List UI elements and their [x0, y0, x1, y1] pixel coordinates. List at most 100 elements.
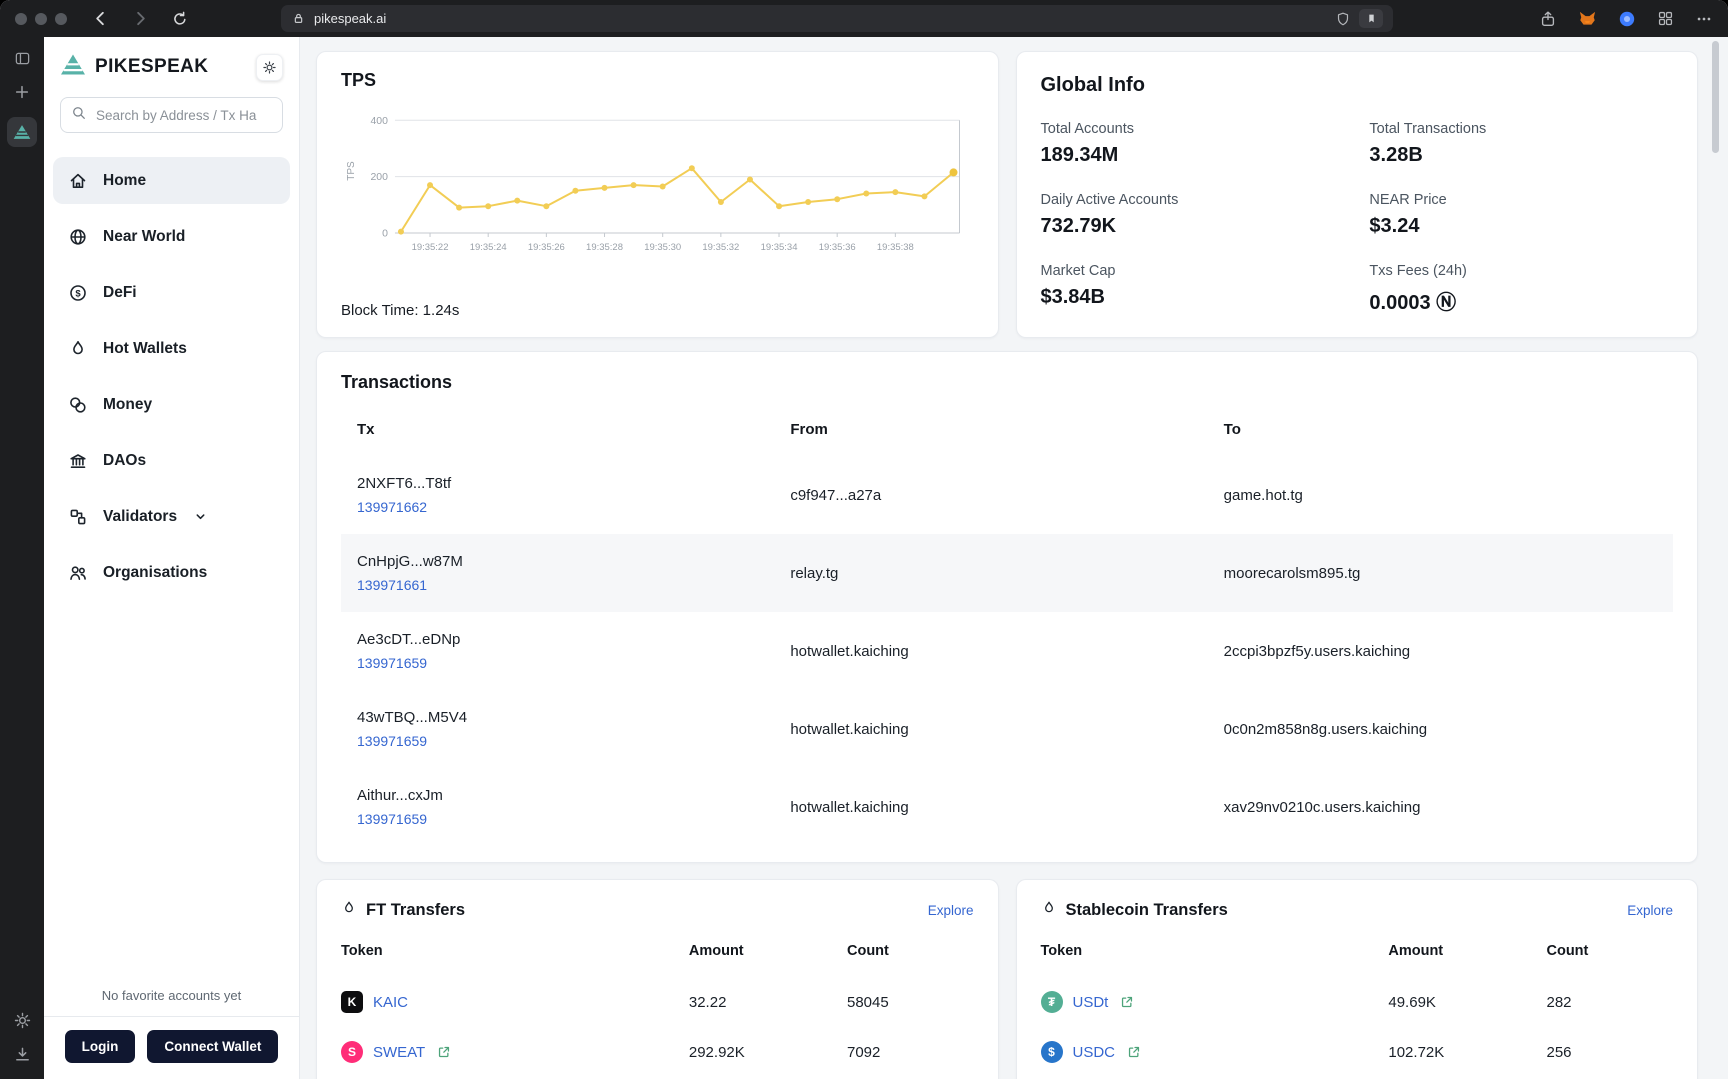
stablecoin-explore-link[interactable]: Explore — [1627, 903, 1673, 918]
url-text: pikespeak.ai — [314, 11, 387, 26]
app-root: PIKESPEAK Home Near World $ DeFi Hot Wallets… — [44, 37, 1728, 1079]
scrollbar-thumb[interactable] — [1712, 41, 1719, 153]
tx-block-link[interactable]: 139971659 — [357, 733, 790, 749]
col-from: From — [790, 421, 828, 438]
reader-mode-button[interactable] — [1359, 9, 1383, 28]
col-token: Token — [341, 943, 383, 959]
download-icon[interactable] — [14, 1046, 31, 1063]
bank-icon — [68, 451, 88, 471]
connect-wallet-button[interactable]: Connect Wallet — [147, 1030, 279, 1063]
wallet-extension-icon[interactable] — [1618, 10, 1636, 28]
table-row: 2NXFT6...T8tf 139971662 c9f947...a27a game.… — [341, 456, 1673, 534]
stat-label: Total Transactions — [1369, 121, 1487, 137]
browser-nav-buttons — [91, 9, 189, 28]
sidebar-item-hot-wallets[interactable]: Hot Wallets — [53, 325, 290, 372]
ft-transfers-card: FT Transfers Explore Token Amount Count K KA… — [316, 879, 999, 1079]
svg-text:400: 400 — [370, 116, 388, 127]
coins-icon — [68, 395, 88, 415]
token-table-header: Token Amount Count — [341, 943, 974, 977]
table-row: Aithur...cxJm 139971659 hotwallet.kaiching… — [341, 768, 1673, 846]
extensions-grid-icon[interactable] — [1657, 10, 1674, 27]
search-box — [60, 97, 283, 133]
browser-chrome: pikespeak.ai — [0, 0, 1728, 37]
token-count: 7092 — [847, 1043, 881, 1061]
col-amount: Amount — [1388, 943, 1444, 959]
svg-text:19:35:34: 19:35:34 — [761, 242, 798, 253]
svg-text:0: 0 — [382, 228, 388, 239]
theme-toggle-button[interactable] — [256, 53, 283, 81]
sidebar-item-defi[interactable]: $ DeFi — [53, 269, 290, 316]
sidebar-item-label: DAOs — [103, 451, 147, 469]
sidebar-item-near-world[interactable]: Near World — [53, 213, 290, 260]
stat-label: NEAR Price — [1369, 192, 1447, 208]
sidebar-nav: Home Near World $ DeFi Hot Wallets Money DAOs V… — [53, 157, 290, 596]
tx-block-link[interactable]: 139971661 — [357, 577, 790, 593]
back-button[interactable] — [91, 9, 110, 28]
tx-block-link[interactable]: 139971659 — [357, 655, 790, 671]
search-icon — [71, 105, 87, 126]
sidebar-item-label: Home — [103, 171, 147, 189]
new-tab-icon[interactable] — [14, 84, 30, 100]
sidebar-item-money[interactable]: Money — [53, 381, 290, 428]
table-row: S SWEAT 292.92K 7092 — [341, 1027, 974, 1077]
sidebar-actions: Login Connect Wallet — [44, 1016, 299, 1065]
more-menu-icon[interactable] — [1695, 10, 1713, 28]
tx-from: c9f947...a27a — [790, 486, 882, 504]
shield-icon[interactable] — [1335, 11, 1351, 27]
share-icon[interactable] — [1539, 10, 1557, 28]
token-amount: 32.22 — [688, 993, 727, 1011]
search-input[interactable] — [94, 106, 272, 124]
ft-transfers-table: Token Amount Count K KAIC 32.22 58045 S SWEAT 292… — [341, 943, 974, 1077]
sidebar-item-validators[interactable]: Validators — [53, 493, 290, 540]
sidebar-item-organisations[interactable]: Organisations — [53, 549, 290, 596]
tx-block-link[interactable]: 139971662 — [357, 499, 790, 515]
external-link-icon[interactable] — [1128, 1046, 1140, 1058]
sweat-token-icon: S — [341, 1041, 363, 1063]
token-amount: 292.92K — [688, 1043, 745, 1061]
table-row: $ USDC 102.72K 256 — [1040, 1027, 1674, 1077]
external-link-icon[interactable] — [438, 1046, 450, 1058]
close-window-button[interactable] — [15, 12, 27, 25]
stat-label: Txs Fees (24h) — [1369, 263, 1467, 279]
stat-value: $3.24 — [1369, 215, 1420, 237]
svg-text:TPS: TPS — [346, 161, 357, 181]
login-button[interactable]: Login — [64, 1030, 136, 1063]
reload-button[interactable] — [171, 10, 189, 28]
stat-near-price: NEAR Price $3.24 — [1369, 192, 1673, 238]
minimize-window-button[interactable] — [35, 12, 47, 25]
token-link[interactable]: USDC — [1073, 1044, 1116, 1061]
pikespeak-tab-icon[interactable] — [7, 117, 37, 147]
ft-explore-link[interactable]: Explore — [928, 903, 974, 918]
favorites-note: No favorite accounts yet — [101, 988, 242, 1003]
table-row: 43wTBQ...M5V4 139971659 hotwallet.kaiching… — [341, 690, 1673, 768]
metamask-extension-icon[interactable] — [1578, 9, 1597, 28]
people-icon — [68, 563, 88, 583]
sidebar-item-daos[interactable]: DAOs — [53, 437, 290, 484]
stat-total-transactions: Total Transactions 3.28B — [1369, 121, 1673, 167]
table-row: Ae3cDT...eDNp 139971659 hotwallet.kaiching… — [341, 612, 1673, 690]
browser-side-rail — [0, 37, 44, 1079]
tx-block-link[interactable]: 139971659 — [357, 811, 790, 827]
stat-value: $3.84B — [1040, 286, 1106, 308]
token-link[interactable]: SWEAT — [373, 1044, 425, 1061]
stat-daily-active-accounts: Daily Active Accounts 732.79K — [1041, 192, 1370, 238]
table-row: ₮ USDt 49.69K 282 — [1040, 977, 1674, 1027]
sidebar-item-home[interactable]: Home — [53, 157, 290, 204]
usdc-token-icon: $ — [1040, 1041, 1063, 1063]
page-scrollbar — [1712, 41, 1719, 1079]
main-content: TPS 0 200 400 19:35:22 19:35:24 19:35:26 19:35… — [300, 37, 1728, 1079]
tps-card: TPS 0 200 400 19:35:22 19:35:24 19:35:26 19:35… — [316, 51, 999, 338]
external-link-icon[interactable] — [1121, 996, 1133, 1008]
tx-hash: 2NXFT6...T8tf — [357, 475, 452, 492]
tx-hash: CnHpjG...w87M — [357, 553, 463, 570]
svg-text:19:35:32: 19:35:32 — [702, 242, 739, 253]
token-link[interactable]: KAIC — [373, 994, 408, 1011]
forward-button[interactable] — [131, 9, 150, 28]
zoom-window-button[interactable] — [55, 12, 67, 25]
sidebar-toggle-icon[interactable] — [14, 50, 31, 67]
global-info-card: Global Info Total Accounts 189.34M Total T… — [1015, 51, 1698, 338]
address-bar[interactable]: pikespeak.ai — [281, 5, 1393, 32]
token-link[interactable]: USDt — [1073, 994, 1109, 1011]
gear-icon[interactable] — [14, 1012, 31, 1029]
block-time: Block Time: 1.24s — [341, 302, 460, 319]
